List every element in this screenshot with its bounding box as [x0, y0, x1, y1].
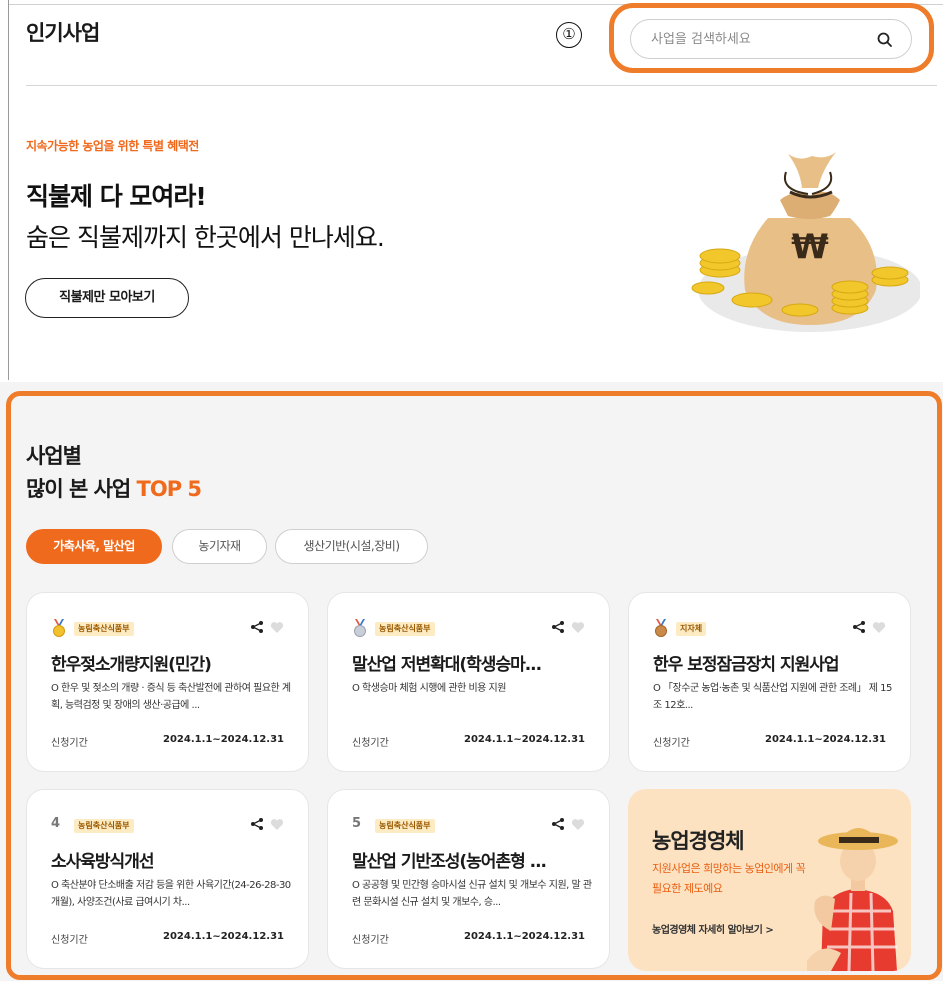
promo-learn-more-link[interactable]: 농업경영체 자세히 알아보기 > — [652, 921, 774, 936]
svg-text:₩: ₩ — [791, 227, 829, 267]
page-title: 인기사업 — [26, 21, 100, 45]
promo-title: 농업경영체 — [652, 829, 745, 853]
bronze-medal-icon — [655, 619, 667, 637]
program-card-4[interactable]: 4 농림축산식품부 소사육방식개선 O 축산분야 단소배출 저감 등을 위한 사… — [26, 789, 309, 969]
search-highlight-outline — [609, 3, 934, 73]
heart-icon[interactable] — [872, 621, 886, 634]
farm-business-promo-card[interactable]: 농업경영체 지원사업은 희망하는 농업인에게 꼭 필요한 제도예요 농업경영체 … — [628, 789, 911, 971]
period-value: 2024.1.1~2024.12.31 — [765, 734, 886, 745]
farmer-illustration — [807, 828, 898, 971]
heart-icon[interactable] — [270, 621, 284, 634]
period-value: 2024.1.1~2024.12.31 — [464, 931, 585, 942]
card-title: 한우 보정잠금장치 지원사업 — [653, 655, 840, 675]
program-card-1[interactable]: 농림축산식품부 한우젖소개량지원(민간) O 한우 및 젖소의 개량 · 증식 … — [26, 592, 309, 772]
share-icon[interactable] — [250, 620, 264, 634]
share-icon[interactable] — [551, 620, 565, 634]
period-label: 신청기간 — [653, 738, 690, 749]
silver-medal-icon — [354, 619, 366, 637]
program-card-2[interactable]: 농림축산식품부 말산업 저변확대(학생승마... O 학생승마 체험 시행에 관… — [327, 592, 610, 772]
money-bag-illustration: ₩ — [691, 152, 920, 332]
agency-badge: 농림축산식품부 — [74, 622, 134, 636]
rank-number: 5 — [352, 816, 362, 831]
banner-eyebrow: 지속가능한 농업을 위한 특별 혜택전 — [26, 139, 199, 153]
tab-farm-materials[interactable]: 농기자재 — [172, 529, 267, 564]
period-value: 2024.1.1~2024.12.31 — [464, 734, 585, 745]
header-divider — [26, 85, 937, 86]
page: 인기사업 ① 지속가능한 농업을 위한 특별 혜택전 직불제 다 모여라! 숨은… — [0, 0, 943, 981]
banner-headline: 직불제 다 모여라! — [26, 182, 207, 211]
period-label: 신청기간 — [352, 738, 389, 749]
rank-number: 4 — [51, 816, 61, 831]
card-description: O 공공형 및 민간형 승마시설 신규 설치 및 개보수 지원, 말 관련 문화… — [352, 880, 592, 908]
card-title: 소사육방식개선 — [51, 852, 154, 872]
gold-medal-icon — [53, 619, 65, 637]
section-title-prefix: 많이 본 사업 — [26, 477, 137, 501]
agency-badge: 농림축산식품부 — [375, 622, 435, 636]
card-title: 한우젖소개량지원(민간) — [51, 655, 212, 675]
banner-subheadline: 숨은 직불제까지 한곳에서 만나세요. — [26, 223, 385, 252]
share-icon[interactable] — [852, 620, 866, 634]
promo-description: 지원사업은 희망하는 농업인에게 꼭 필요한 제도예요 — [652, 862, 806, 895]
card-description: O 학생승마 체험 시행에 관한 비용 지원 — [352, 683, 506, 694]
agency-badge: 농림축산식품부 — [375, 819, 435, 833]
share-icon[interactable] — [250, 817, 264, 831]
card-description: O 한우 및 젖소의 개량 · 증식 등 축산발전에 관하여 필요한 계획, 능… — [51, 683, 291, 711]
annotation-marker: ① — [556, 22, 582, 48]
section-title-line1: 사업별 — [26, 444, 82, 468]
period-value: 2024.1.1~2024.12.31 — [163, 931, 284, 942]
period-label: 신청기간 — [352, 935, 389, 946]
program-card-3[interactable]: 지자체 한우 보정잠금장치 지원사업 O 「장수군 농업·농촌 및 식품산업 지… — [628, 592, 911, 772]
card-description: O 축산분야 단소배출 저감 등을 위한 사육기간(24-26-28-30개월)… — [51, 880, 291, 908]
card-description: O 「장수군 농업·농촌 및 식품산업 지원에 관한 조례」 제 15조 12호… — [653, 683, 892, 711]
card-title: 말산업 기반조성(농어촌형 ... — [352, 852, 547, 872]
card-title: 말산업 저변확대(학생승마... — [352, 655, 542, 675]
program-card-5[interactable]: 5 농림축산식품부 말산업 기반조성(농어촌형 ... O 공공형 및 민간형 … — [327, 789, 610, 969]
agency-badge: 농림축산식품부 — [74, 819, 134, 833]
heart-icon[interactable] — [571, 818, 585, 831]
agency-badge: 지자체 — [676, 622, 707, 636]
section-title-accent: TOP 5 — [136, 477, 202, 501]
tab-production-infra[interactable]: 생산기반(시설,장비) — [275, 529, 428, 564]
heart-icon[interactable] — [571, 621, 585, 634]
tab-livestock[interactable]: 가축사육, 말산업 — [26, 529, 162, 564]
view-direct-payments-button[interactable]: 직불제만 모아보기 — [25, 278, 189, 318]
heart-icon[interactable] — [270, 818, 284, 831]
period-value: 2024.1.1~2024.12.31 — [163, 734, 284, 745]
period-label: 신청기간 — [51, 738, 88, 749]
period-label: 신청기간 — [51, 935, 88, 946]
share-icon[interactable] — [551, 817, 565, 831]
left-divider — [8, 0, 9, 380]
section-title-line2: 많이 본 사업 TOP 5 — [26, 473, 202, 503]
